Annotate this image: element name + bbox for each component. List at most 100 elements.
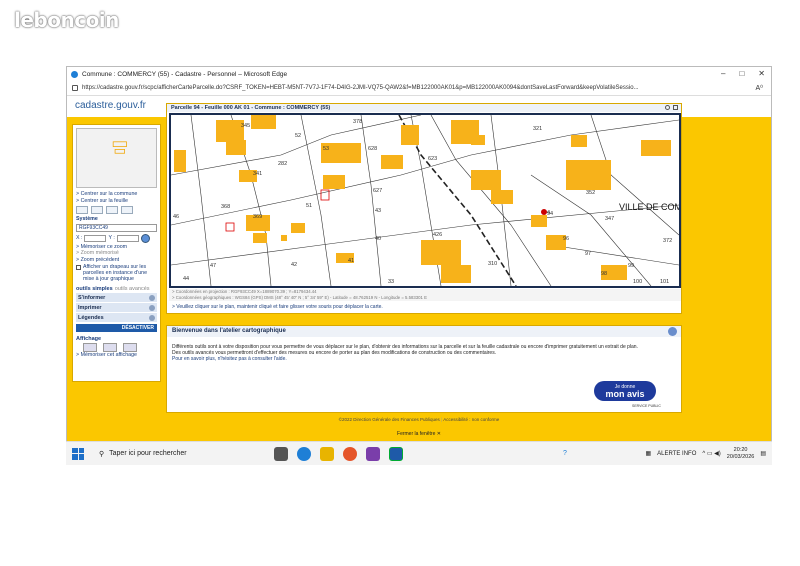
leboncoin-watermark: leboncoin bbox=[14, 8, 119, 32]
lock-icon bbox=[72, 85, 78, 91]
overview-map[interactable] bbox=[76, 128, 157, 188]
welcome-header: Bienvenue dans l'atelier cartographique bbox=[167, 326, 681, 337]
memorize-display-link[interactable]: > Mémoriser cet affichage bbox=[73, 352, 160, 359]
parcel-number: 372 bbox=[663, 238, 672, 244]
title-bar: Commune : COMMERCY (55) - Cadastre - Per… bbox=[67, 67, 771, 81]
url-text[interactable]: https://cadastre.gouv.fr/scpc/afficherCa… bbox=[82, 85, 639, 91]
site-footer: ©2022 Direction Générale des Finances Pu… bbox=[67, 417, 771, 422]
parcel-number: 94 bbox=[547, 211, 553, 217]
app-icon[interactable] bbox=[366, 446, 380, 461]
tray-icons[interactable]: ^ ▭ ◀) bbox=[702, 450, 720, 457]
parcel-number: 347 bbox=[605, 216, 614, 222]
system-tray: ▦ ALERTE INFO ^ ▭ ◀) 20:20 20/03/2026 ▤ bbox=[645, 447, 772, 461]
parcel-number: 41 bbox=[348, 258, 354, 264]
parcel-number: 282 bbox=[278, 161, 287, 167]
parcel-number: 623 bbox=[428, 156, 437, 162]
pan-hand-icon[interactable] bbox=[76, 206, 88, 214]
left-panel: > Centrer sur la commune > Centrer sur l… bbox=[72, 124, 161, 382]
address-bar[interactable]: https://cadastre.gouv.fr/scpc/afficherCa… bbox=[67, 81, 771, 96]
parcel-number: 368 bbox=[221, 204, 230, 210]
search-icon: ⚲ bbox=[99, 450, 105, 458]
parcel-number: 378 bbox=[353, 119, 362, 125]
feedback-badge[interactable]: Je donne mon avis bbox=[594, 381, 656, 401]
parcel-number: 53 bbox=[323, 146, 329, 152]
taskbar-search[interactable]: ⚲ Taper ici pour rechercher bbox=[94, 445, 234, 463]
arrow-icon bbox=[149, 314, 155, 321]
menu-item-legends[interactable]: Légendes bbox=[76, 313, 157, 322]
coordinates-bar: > Coordonnées en projection : RGF93CC49 … bbox=[169, 289, 681, 301]
cadastral-map[interactable]: 345 52 378 321 282 53 628 623 341 627 352 368 51 347 3… bbox=[169, 113, 681, 288]
cadastral-map-drawing: 345 52 378 321 282 53 628 623 341 627 352 368 51 347 3… bbox=[171, 115, 679, 286]
menu-item-label: S'informer bbox=[78, 294, 106, 301]
tab-simple-tools[interactable]: outils simples bbox=[76, 286, 113, 292]
close-window-link[interactable]: Fermer la fenêtre ✕ bbox=[67, 431, 771, 437]
x-label: X : bbox=[76, 235, 83, 241]
display-photo-icon[interactable] bbox=[103, 343, 117, 352]
parcel-number: 99 bbox=[628, 263, 634, 269]
move-icon[interactable] bbox=[91, 206, 103, 214]
site-logo[interactable]: cadastre.gouv.fr bbox=[75, 100, 146, 111]
task-view-icon[interactable] bbox=[274, 446, 288, 461]
window-title: Commune : COMMERCY (55) - Cadastre - Per… bbox=[82, 70, 288, 78]
x-input[interactable] bbox=[84, 234, 107, 242]
accessibility-link[interactable]: Accessibilité : non conforme bbox=[443, 417, 499, 422]
map-title-text: Parcelle 94 - Feuille 000 AK 01 - Commun… bbox=[171, 105, 331, 111]
flag-label: Afficher un drapeau sur les parcelles en… bbox=[83, 264, 148, 282]
alert-label[interactable]: ALERTE INFO bbox=[657, 451, 696, 457]
edge-taskbar-icon[interactable] bbox=[297, 446, 311, 461]
parcel-number: 310 bbox=[488, 261, 497, 267]
windows-start-icon[interactable] bbox=[72, 447, 84, 460]
close-button[interactable]: ✕ bbox=[758, 69, 765, 78]
globe-go-icon[interactable] bbox=[140, 233, 150, 243]
copyright-text: ©2022 Direction Générale des Finances Pu… bbox=[338, 417, 440, 422]
flag-checkbox[interactable] bbox=[76, 265, 81, 270]
menu-item-print[interactable]: Imprimer bbox=[76, 303, 157, 312]
system-select[interactable]: RGF93CC49 bbox=[76, 223, 157, 232]
file-explorer-icon[interactable] bbox=[320, 446, 334, 461]
parcel-number: 98 bbox=[601, 271, 607, 277]
parcel-number: 341 bbox=[253, 171, 262, 177]
display-mixed-icon[interactable] bbox=[123, 343, 137, 352]
minimize-button[interactable]: – bbox=[721, 69, 725, 78]
display-plan-icon[interactable] bbox=[83, 343, 97, 352]
menu-item-inform[interactable]: S'informer bbox=[76, 293, 157, 302]
active-app-icon[interactable] bbox=[389, 446, 403, 461]
read-aloud-icon[interactable]: A⁰ bbox=[756, 84, 763, 92]
overview-map-drawing bbox=[112, 141, 127, 154]
y-input[interactable] bbox=[116, 234, 139, 242]
news-icon[interactable]: ▦ bbox=[645, 450, 651, 457]
parcel-number: 43 bbox=[375, 208, 381, 214]
taskbar: ⚲ Taper ici pour rechercher ? ▦ ALERTE I… bbox=[66, 441, 772, 465]
parcel-number: 321 bbox=[533, 126, 542, 132]
search-placeholder: Taper ici pour rechercher bbox=[109, 450, 187, 457]
browser-window: Commune : COMMERCY (55) - Cadastre - Per… bbox=[66, 66, 772, 464]
maximize-button[interactable]: □ bbox=[739, 69, 744, 78]
map-panel: Parcelle 94 - Feuille 000 AK 01 - Commun… bbox=[166, 103, 682, 314]
menu-item-label: Légendes bbox=[78, 314, 104, 321]
help-icon[interactable] bbox=[668, 327, 677, 336]
zoom-box-icon[interactable] bbox=[106, 206, 118, 214]
parcel-number: 369 bbox=[253, 214, 262, 220]
welcome-panel: Bienvenue dans l'atelier cartographique … bbox=[166, 325, 682, 413]
tab-advanced-tools[interactable]: outils avancés bbox=[115, 286, 150, 292]
arrow-icon bbox=[149, 304, 155, 311]
display-options bbox=[73, 343, 160, 352]
clock[interactable]: 20:20 20/03/2026 bbox=[727, 447, 755, 461]
firefox-icon[interactable] bbox=[343, 446, 357, 461]
help-icon[interactable]: ? bbox=[563, 450, 567, 457]
parcel-number: 352 bbox=[586, 190, 595, 196]
parcel-number: 44 bbox=[183, 276, 189, 282]
help-icon[interactable] bbox=[665, 105, 670, 110]
deactivate-button[interactable]: DÉSACTIVER bbox=[76, 324, 157, 332]
maximize-map-icon[interactable] bbox=[673, 105, 678, 110]
parcel-number: 426 bbox=[433, 232, 442, 238]
parcel-number: 51 bbox=[306, 203, 312, 209]
parcel-number: 100 bbox=[633, 279, 642, 285]
parcel-number: 96 bbox=[563, 236, 569, 242]
clock-time: 20:20 bbox=[733, 446, 748, 453]
welcome-paragraph-3[interactable]: Pour en savoir plus, n'hésitez pas à con… bbox=[172, 356, 676, 362]
menu-item-label: Imprimer bbox=[78, 304, 102, 311]
parcel-number: 42 bbox=[291, 262, 297, 268]
zoom-extent-icon[interactable] bbox=[121, 206, 133, 214]
notifications-icon[interactable]: ▤ bbox=[760, 450, 766, 457]
